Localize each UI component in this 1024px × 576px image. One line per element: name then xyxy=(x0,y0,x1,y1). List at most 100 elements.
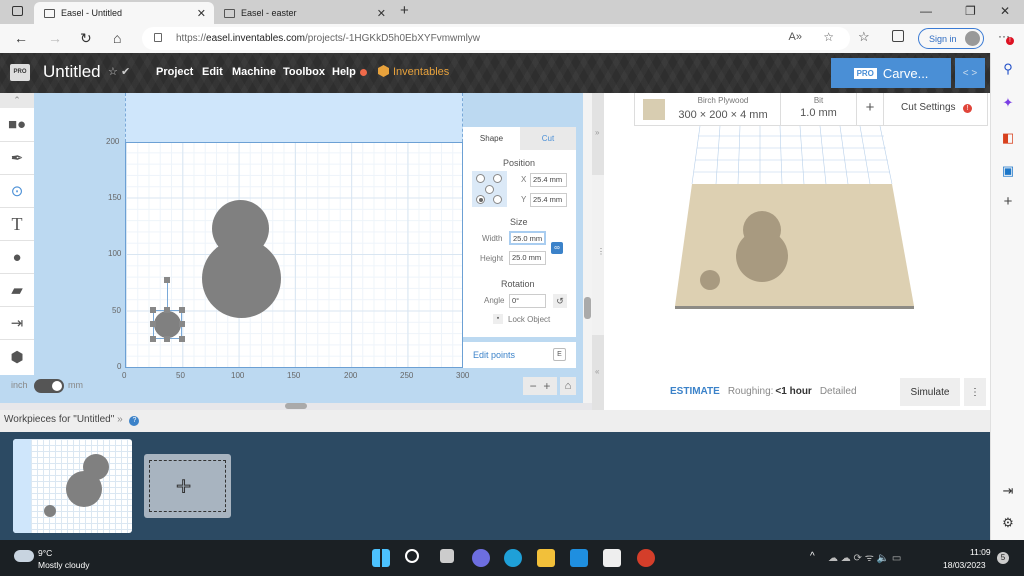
carve-button[interactable]: PRO Carve... xyxy=(831,58,951,88)
weather-cloud-icon[interactable] xyxy=(14,550,34,562)
workpiece-thumbnail[interactable] xyxy=(13,439,132,533)
search-taskbar-icon[interactable] xyxy=(405,549,419,563)
menu-machine[interactable]: Machine xyxy=(232,66,276,78)
add-workpiece-button[interactable]: + xyxy=(144,454,231,518)
expand-right-icon[interactable]: » xyxy=(595,128,599,137)
anchor-top-left[interactable] xyxy=(476,174,485,183)
inventables-link[interactable]: Inventables xyxy=(393,66,449,78)
add-favorite-icon[interactable]: ☆ xyxy=(823,30,834,44)
edit-points-row[interactable]: Edit points E xyxy=(463,342,576,368)
file-explorer-icon[interactable] xyxy=(537,549,555,567)
chat-icon[interactable] xyxy=(472,549,490,567)
new-tab-button[interactable]: + xyxy=(400,2,409,19)
settings-gear-icon[interactable]: ⚙ xyxy=(991,515,1024,531)
zoom-home-button[interactable]: ⌂ xyxy=(560,377,576,395)
collapse-chevron-icon[interactable]: » xyxy=(117,414,123,425)
unit-toggle[interactable] xyxy=(34,379,64,393)
resize-handle[interactable] xyxy=(179,307,185,313)
height-input[interactable]: 25.0 mm xyxy=(509,251,546,265)
lock-icon[interactable]: ▪ xyxy=(493,314,503,324)
menu-edit[interactable]: Edit xyxy=(202,66,223,78)
anchor-center[interactable] xyxy=(485,185,494,194)
ccleaner-icon[interactable] xyxy=(637,549,655,567)
target-tool[interactable]: ⊙ xyxy=(0,175,34,208)
close-tab-icon[interactable]: ✕ xyxy=(197,7,206,20)
text-tool[interactable]: T xyxy=(0,208,34,241)
anchor-top-right[interactable] xyxy=(493,174,502,183)
restore-button[interactable]: ❐ xyxy=(965,4,976,18)
forward-icon[interactable]: → xyxy=(48,30,62,46)
notification-count[interactable]: 5 xyxy=(997,552,1009,564)
outlook-icon[interactable]: ▣ xyxy=(991,163,1024,179)
tab-easel-easter[interactable]: Easel - easter ✕ xyxy=(216,2,394,24)
home-icon[interactable]: ⌂ xyxy=(113,30,121,46)
hide-sidebar-icon[interactable]: ⇥ xyxy=(991,483,1024,499)
project-title[interactable]: Untitled xyxy=(43,62,101,82)
close-tab-icon[interactable]: ✕ xyxy=(377,7,386,20)
apps-tool[interactable]: ▰ xyxy=(0,274,34,307)
add-bit-button[interactable]: + xyxy=(857,93,884,125)
office-icon[interactable]: ◧ xyxy=(991,130,1024,146)
vertical-scrollbar[interactable] xyxy=(584,297,591,319)
sign-in-button[interactable]: Sign in xyxy=(918,28,984,49)
clock-time[interactable]: 11:09 xyxy=(970,547,991,557)
close-window-button[interactable]: ✕ xyxy=(1000,4,1010,18)
clock-date[interactable]: 18/03/2023 xyxy=(943,560,986,570)
snipping-tool-icon[interactable] xyxy=(603,549,621,567)
mail-icon[interactable] xyxy=(570,549,588,567)
task-view-icon[interactable] xyxy=(440,549,454,563)
cut-settings-button[interactable]: Cut Settings ! xyxy=(884,93,989,125)
rotation-handle[interactable] xyxy=(164,277,170,283)
menu-help[interactable]: Help xyxy=(332,66,356,78)
refresh-icon[interactable]: ↻ xyxy=(80,30,92,47)
width-input[interactable]: 25.0 mm xyxy=(509,231,546,245)
star-icon[interactable]: ☆ xyxy=(108,65,118,78)
tab-actions-icon[interactable] xyxy=(12,6,23,16)
horizontal-scrollbar[interactable] xyxy=(285,403,307,409)
collections-icon[interactable] xyxy=(892,30,904,42)
reset-rotation-icon[interactable]: ↺ xyxy=(553,294,567,308)
menu-toolbox[interactable]: Toolbox xyxy=(283,66,325,78)
icons-tool[interactable]: ● xyxy=(0,241,34,274)
back-icon[interactable]: ← xyxy=(14,30,28,46)
tab-easel-untitled[interactable]: Easel - Untitled ✕ xyxy=(34,2,214,24)
position-y-input[interactable]: 25.4 mm xyxy=(530,193,567,207)
resize-handle[interactable] xyxy=(179,336,185,342)
menu-project[interactable]: Project xyxy=(156,66,193,78)
resize-handle[interactable] xyxy=(164,307,170,313)
tab-shape[interactable]: Shape xyxy=(463,127,520,150)
collapse-tools-button[interactable]: ⌃ xyxy=(0,93,34,108)
pen-tool[interactable]: ✒ xyxy=(0,142,34,175)
anchor-bottom-right[interactable] xyxy=(493,195,502,204)
resize-handle[interactable] xyxy=(179,321,185,327)
weather-temp[interactable]: 9°C xyxy=(38,548,52,558)
resize-handle[interactable] xyxy=(150,307,156,313)
expand-left-icon[interactable]: « xyxy=(595,367,599,376)
help-icon[interactable]: ? xyxy=(129,416,140,426)
detailed-label[interactable]: Detailed xyxy=(820,386,857,397)
lock-object-label[interactable]: Lock Object xyxy=(508,315,550,324)
easel-pro-logo[interactable]: PRO xyxy=(10,64,30,81)
3d-tool[interactable]: ⬢ xyxy=(0,340,34,373)
url-input[interactable]: https://easel.inventables.com/projects/-… xyxy=(142,27,850,50)
favorites-icon[interactable]: ☆ xyxy=(858,29,870,45)
minimize-button[interactable]: — xyxy=(920,4,932,18)
simulate-button[interactable]: Simulate xyxy=(900,378,960,406)
weather-desc[interactable]: Mostly cloudy xyxy=(38,560,90,570)
start-button-icon[interactable] xyxy=(372,549,390,567)
snowman-body-circle[interactable] xyxy=(202,239,281,318)
add-sidebar-app-icon[interactable]: + xyxy=(991,193,1024,210)
estimate-label[interactable]: ESTIMATE xyxy=(670,386,720,397)
copilot-icon[interactable]: ✦ xyxy=(991,95,1024,111)
link-proportions-icon[interactable]: ∞ xyxy=(551,242,563,254)
edit-points-link[interactable]: Edit points xyxy=(473,350,515,360)
selected-small-circle[interactable] xyxy=(154,311,181,338)
angle-input[interactable]: 0° xyxy=(509,294,546,308)
material-selector[interactable]: Birch Plywood 300 × 200 × 4 mm xyxy=(635,93,781,125)
more-options-button[interactable]: ⋮ xyxy=(964,378,986,406)
zoom-in-button[interactable]: + xyxy=(543,379,550,393)
resize-handle[interactable] xyxy=(150,321,156,327)
zoom-out-button[interactable]: − xyxy=(530,379,537,393)
import-tool[interactable]: ⇥ xyxy=(0,307,34,340)
tab-cut[interactable]: Cut xyxy=(520,127,576,150)
